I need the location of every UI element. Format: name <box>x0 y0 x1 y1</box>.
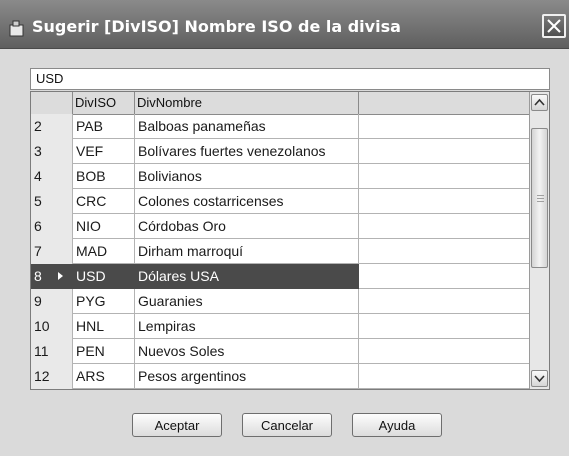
row-number-cell[interactable]: 2 <box>31 114 73 139</box>
row-number-cell[interactable]: 7 <box>31 239 73 264</box>
help-button[interactable]: Ayuda <box>352 413 442 437</box>
divnombre-cell[interactable]: Balboas panameñas <box>135 114 359 139</box>
diviso-cell[interactable]: HNL <box>73 314 135 339</box>
header-row-number[interactable] <box>31 92 73 114</box>
table-row[interactable]: 9 PYG Guaranies <box>31 289 529 314</box>
row-number-cell[interactable]: 5 <box>31 189 73 214</box>
divnombre-cell[interactable]: Dirham marroquí <box>135 239 359 264</box>
grid-header: DivISO DivNombre <box>31 92 529 115</box>
dialog-window: Sugerir [DivISO] Nombre ISO de la divisa… <box>0 0 569 456</box>
divnombre-cell[interactable]: Guaranies <box>135 289 359 314</box>
row-number-cell[interactable]: 6 <box>31 214 73 239</box>
vertical-scrollbar[interactable] <box>529 92 549 389</box>
divnombre-cell[interactable]: Pesos argentinos <box>135 364 359 389</box>
grip-line <box>537 195 544 196</box>
scroll-thumb[interactable] <box>531 128 548 268</box>
window-title: Sugerir [DivISO] Nombre ISO de la divisa <box>32 17 401 36</box>
row-number-cell[interactable]: 12 <box>31 364 73 389</box>
diviso-cell[interactable]: CRC <box>73 189 135 214</box>
divnombre-cell[interactable]: Córdobas Oro <box>135 214 359 239</box>
table-row[interactable]: 11 PEN Nuevos Soles <box>31 339 529 364</box>
chevron-up-icon <box>534 98 545 106</box>
table-row[interactable]: 2 PAB Balboas panameñas <box>31 114 529 139</box>
grid-rows: 2 PAB Balboas panameñas 3 VEF Bolívares fuert… <box>31 114 529 389</box>
diviso-cell[interactable]: MAD <box>73 239 135 264</box>
divnombre-cell[interactable]: Nuevos Soles <box>135 339 359 364</box>
diviso-cell[interactable]: NIO <box>73 214 135 239</box>
divnombre-cell[interactable]: Colones costarricenses <box>135 189 359 214</box>
diviso-cell[interactable]: VEF <box>73 139 135 164</box>
row-number-cell[interactable]: 8 <box>31 264 73 289</box>
diviso-cell[interactable]: BOB <box>73 164 135 189</box>
divnombre-cell[interactable]: Lempiras <box>135 314 359 339</box>
close-button[interactable] <box>542 14 566 38</box>
table-row[interactable]: 4 BOB Bolivianos <box>31 164 529 189</box>
close-icon <box>547 19 561 33</box>
header-divnombre[interactable]: DivNombre <box>135 92 359 114</box>
grip-line <box>537 198 544 199</box>
table-row[interactable]: 7 MAD Dirham marroquí <box>31 239 529 264</box>
grip-line <box>537 201 544 202</box>
table-row[interactable]: 12 ARS Pesos argentinos <box>31 364 529 389</box>
table-row[interactable]: 10 HNL Lempiras <box>31 314 529 339</box>
diviso-cell[interactable]: PAB <box>73 114 135 139</box>
search-input[interactable]: USD <box>30 68 550 90</box>
current-row-icon <box>58 272 63 280</box>
accept-button[interactable]: Aceptar <box>132 413 222 437</box>
divnombre-cell[interactable]: Dólares USA <box>135 264 359 289</box>
row-number-cell[interactable]: 4 <box>31 164 73 189</box>
row-number-cell[interactable]: 10 <box>31 314 73 339</box>
cancel-button[interactable]: Cancelar <box>242 413 332 437</box>
chevron-down-icon <box>534 375 545 383</box>
divnombre-cell[interactable]: Bolivianos <box>135 164 359 189</box>
diviso-cell[interactable]: ARS <box>73 364 135 389</box>
dialog-icon <box>9 19 27 37</box>
divnombre-cell[interactable]: Bolívares fuertes venezolanos <box>135 139 359 164</box>
row-number-cell[interactable]: 3 <box>31 139 73 164</box>
title-bar[interactable]: Sugerir [DivISO] Nombre ISO de la divisa <box>0 0 569 49</box>
diviso-cell[interactable]: PEN <box>73 339 135 364</box>
row-number-cell[interactable]: 9 <box>31 289 73 314</box>
currency-grid: DivISO DivNombre 2 PAB Balboas panameñas 3 V… <box>30 91 550 390</box>
diviso-cell[interactable]: USD <box>73 264 135 289</box>
diviso-cell[interactable]: PYG <box>73 289 135 314</box>
table-row[interactable]: 3 VEF Bolívares fuertes venezolanos <box>31 139 529 164</box>
row-number-cell[interactable]: 11 <box>31 339 73 364</box>
scroll-down-button[interactable] <box>531 370 548 387</box>
table-row[interactable]: 8 USD Dólares USA <box>31 264 529 289</box>
table-row[interactable]: 5 CRC Colones costarricenses <box>31 189 529 214</box>
table-row[interactable]: 6 NIO Córdobas Oro <box>31 214 529 239</box>
scroll-up-button[interactable] <box>531 94 548 111</box>
header-diviso[interactable]: DivISO <box>73 92 135 114</box>
